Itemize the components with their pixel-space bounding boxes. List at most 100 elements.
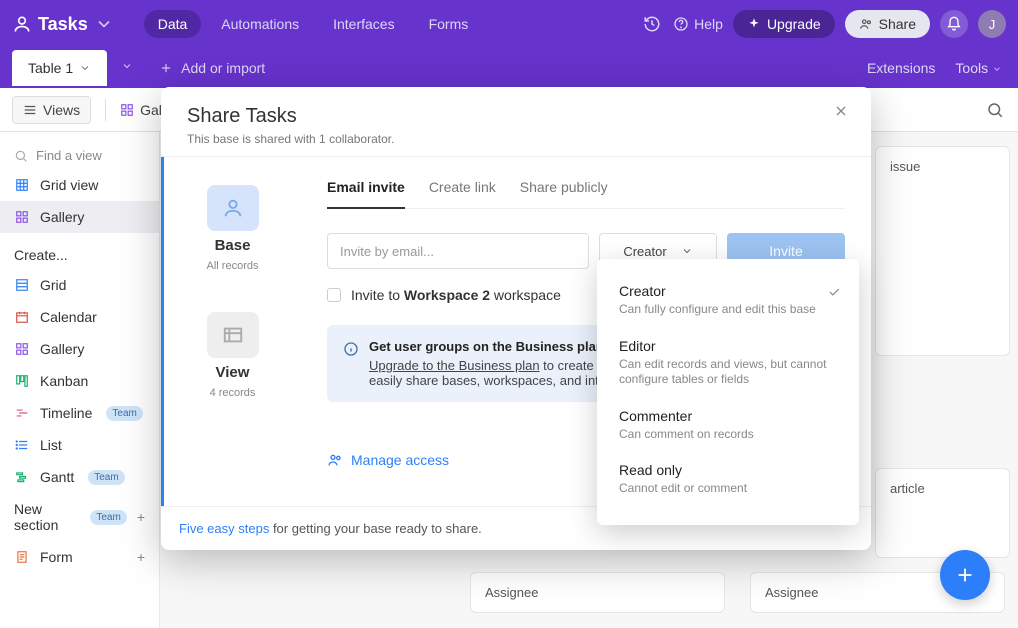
share-tab-link[interactable]: Create link — [429, 175, 496, 208]
card-title: issue — [890, 159, 920, 174]
share-button[interactable]: Share — [845, 10, 930, 38]
tab-forms[interactable]: Forms — [415, 10, 483, 38]
table-bar: Table 1 Add or import Extensions Tools — [0, 48, 1018, 88]
scope-label: Base — [215, 237, 251, 254]
sidebar-item-label: Gantt — [40, 469, 74, 485]
share-tabs: Email invite Create link Share publicly — [327, 175, 845, 209]
add-table-button[interactable]: Add or import — [147, 60, 277, 76]
create-kanban[interactable]: Kanban — [0, 365, 159, 397]
sidebar-item-label: List — [40, 437, 62, 453]
brand-label: Tasks — [38, 14, 88, 35]
menu-icon — [23, 103, 37, 117]
role-desc: Cannot edit or comment — [619, 481, 837, 497]
table-tab[interactable]: Table 1 — [12, 50, 107, 86]
tools-link[interactable]: Tools — [955, 60, 1002, 76]
role-desc: Can edit records and views, but cannot c… — [619, 357, 837, 388]
sidebar-item-label: Gallery — [40, 341, 84, 357]
scope-view[interactable]: View 4 records — [207, 312, 259, 399]
sidebar-item-label: Gallery — [40, 209, 84, 225]
chevron-down-icon — [992, 64, 1002, 74]
share-tab-public[interactable]: Share publicly — [520, 175, 608, 208]
extensions-link[interactable]: Extensions — [867, 60, 935, 76]
create-gallery[interactable]: Gallery — [0, 333, 159, 365]
find-view-input[interactable]: Find a view — [0, 142, 159, 169]
workspace-label: Invite to Workspace 2 workspace — [351, 287, 561, 303]
scope-sublabel: 4 records — [210, 387, 256, 399]
person-icon — [12, 14, 32, 34]
history-icon[interactable] — [641, 13, 663, 35]
help-icon — [673, 16, 689, 32]
sidebar-view-gallery[interactable]: Gallery — [0, 201, 159, 233]
gallery-icon — [14, 341, 30, 357]
create-grid[interactable]: Grid — [0, 269, 159, 301]
create-timeline[interactable]: Timeline Team — [0, 397, 159, 429]
gallery-icon — [120, 103, 134, 117]
scope-rail: Base All records View 4 records — [161, 157, 301, 506]
role-menu: Creator Can fully configure and edit thi… — [597, 259, 859, 525]
tab-interfaces[interactable]: Interfaces — [319, 10, 408, 38]
share-tab-email[interactable]: Email invite — [327, 175, 405, 209]
help-link[interactable]: Help — [673, 16, 723, 32]
chevron-down-icon — [681, 245, 693, 257]
role-option-creator[interactable]: Creator Can fully configure and edit thi… — [597, 275, 859, 330]
role-option-editor[interactable]: Editor Can edit records and views, but c… — [597, 330, 859, 400]
modal-subtitle: This base is shared with 1 collaborator. — [187, 132, 845, 146]
footer-link[interactable]: Five easy steps — [179, 521, 269, 536]
views-label: Views — [43, 102, 80, 118]
grid-icon — [14, 277, 30, 293]
role-option-commenter[interactable]: Commenter Can comment on records — [597, 400, 859, 455]
view-icon — [222, 324, 244, 346]
team-badge: Team — [106, 406, 142, 421]
search-button[interactable] — [984, 99, 1006, 121]
divider — [105, 99, 106, 121]
record-card[interactable]: issue — [875, 146, 1010, 356]
create-calendar[interactable]: Calendar — [0, 301, 159, 333]
upgrade-button[interactable]: Upgrade — [733, 10, 835, 38]
grid-icon — [14, 177, 30, 193]
create-list[interactable]: List — [0, 429, 159, 461]
role-name: Editor — [619, 338, 837, 354]
workspace-checkbox[interactable] — [327, 288, 341, 302]
top-nav: Tasks Data Automations Interfaces Forms … — [0, 0, 1018, 48]
avatar[interactable]: J — [978, 10, 1006, 38]
search-icon — [14, 149, 28, 163]
check-icon — [827, 285, 841, 304]
sidebar-item-label: Grid view — [40, 177, 98, 193]
sidebar-item-label: Grid — [40, 277, 66, 293]
help-label: Help — [694, 16, 723, 32]
brand[interactable]: Tasks — [12, 14, 114, 35]
field-label: Assignee — [485, 585, 710, 600]
role-option-readonly[interactable]: Read only Cannot edit or comment — [597, 454, 859, 509]
add-table-label: Add or import — [181, 60, 265, 76]
role-desc: Can comment on records — [619, 427, 837, 443]
sidebar-item-label: Timeline — [40, 405, 92, 421]
close-button[interactable] — [833, 103, 849, 124]
close-icon — [833, 103, 849, 119]
add-record-fab[interactable] — [940, 550, 990, 600]
current-view[interactable]: Gal — [120, 102, 162, 118]
manage-access-label: Manage access — [351, 452, 449, 468]
topnav-tabs: Data Automations Interfaces Forms — [144, 10, 483, 38]
chevron-down-icon — [94, 14, 114, 34]
banner-upgrade-link[interactable]: Upgrade to the Business plan — [369, 358, 540, 373]
create-new-section[interactable]: New sectionTeam+ — [0, 493, 159, 541]
sparkle-icon — [747, 17, 761, 31]
tables-dropdown[interactable] — [107, 59, 147, 77]
role-desc: Can fully configure and edit this base — [619, 302, 837, 318]
views-button[interactable]: Views — [12, 96, 91, 124]
plus-icon: + — [137, 549, 145, 565]
create-form[interactable]: Form + — [0, 541, 159, 573]
plus-icon — [954, 564, 976, 586]
sidebar-view-grid[interactable]: Grid view — [0, 169, 159, 201]
sidebar-item-label: Form — [40, 549, 73, 565]
record-card[interactable]: Assignee — [470, 572, 725, 613]
tab-data[interactable]: Data — [144, 10, 202, 38]
tab-automations[interactable]: Automations — [207, 10, 313, 38]
create-gantt[interactable]: GanttTeam — [0, 461, 159, 493]
scope-base[interactable]: Base All records — [207, 185, 259, 272]
footer-text: for getting your base ready to share. — [269, 521, 481, 536]
record-card[interactable]: article — [875, 468, 1010, 558]
info-icon — [343, 341, 359, 357]
invite-email-input[interactable] — [327, 233, 589, 269]
notifications-button[interactable] — [940, 10, 968, 38]
